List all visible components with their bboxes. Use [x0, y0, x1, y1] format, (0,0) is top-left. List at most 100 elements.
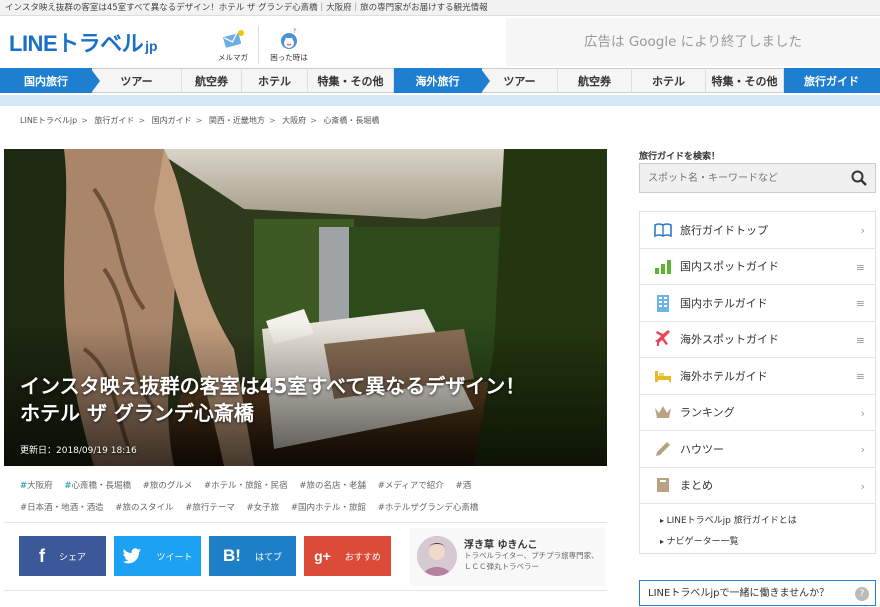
tag-item[interactable]: #酒 — [455, 481, 471, 491]
nav-overseas-hotel[interactable]: ホテル — [632, 68, 706, 93]
twitter-share-label: ツイート — [156, 552, 193, 563]
menu-label: 海外ホテルガイド — [680, 369, 768, 383]
recruit-banner[interactable]: LINEトラベルjpで一緒に働きませんか？ ? — [639, 580, 876, 606]
author-name[interactable]: 浮き草 ゆきんこ — [464, 536, 537, 551]
site-logo[interactable]: LINEトラベル jp — [9, 30, 158, 56]
facebook-share-button[interactable]: f シェア — [19, 536, 106, 576]
help-button[interactable]: ? 困った時は — [267, 28, 311, 64]
chevron-right-icon: › — [860, 406, 865, 420]
search-label: 旅行ガイドを検索！ — [639, 152, 721, 162]
menu-overseas-hotel[interactable]: 海外ホテルガイド ≡ — [640, 358, 875, 395]
menu-label: 国内スポットガイド — [680, 260, 779, 274]
menu-lines-icon: ≡ — [855, 260, 865, 274]
author-avatar — [417, 536, 457, 576]
menu-label: 海外スポットガイド — [680, 333, 779, 347]
nav-overseas-air[interactable]: 航空券 — [558, 68, 632, 93]
tag-item[interactable]: #ホテルザグランデ心斎橋 — [378, 503, 479, 513]
search-input[interactable] — [640, 164, 840, 192]
tag-label: 旅行テーマ — [192, 503, 235, 513]
divider — [4, 522, 607, 523]
question-icon: ? — [855, 587, 869, 601]
tag-item[interactable]: #メディアで紹介 — [378, 481, 444, 491]
menu-ranking[interactable]: ランキング › — [640, 395, 875, 431]
nav-domestic-air[interactable]: 航空券 — [182, 68, 242, 93]
hatena-bookmark-button[interactable]: B! はてブ — [209, 536, 296, 576]
google-plus-button[interactable]: g+ おすすめ — [304, 536, 391, 576]
mail-icon — [223, 30, 244, 48]
search-icon[interactable] — [851, 170, 867, 186]
menu-label: ハウツー — [680, 442, 724, 456]
breadcrumb-item[interactable]: LINEトラベルjp — [20, 116, 77, 125]
navigator-list-link[interactable]: ナビゲーター一覧 — [640, 531, 875, 552]
nav-overseas-tour[interactable]: ツアー — [482, 68, 558, 93]
help-character-icon: ? — [281, 28, 297, 49]
breadcrumb-item[interactable]: 大阪府 — [282, 116, 306, 125]
nav-domestic-tour[interactable]: ツアー — [92, 68, 182, 93]
tag-label: 心斎橋・長堀橋 — [71, 481, 131, 491]
tag-label: 旅のグルメ — [149, 481, 193, 491]
tag-item[interactable]: #女子旅 — [247, 503, 280, 513]
crown-icon — [654, 403, 672, 421]
breadcrumb: LINEトラベルjp > 旅行ガイド > 国内ガイド > 関西・近畿地方 > 大阪府 > … — [20, 116, 380, 125]
menu-lines-icon: ≡ — [855, 370, 865, 383]
twitter-share-button[interactable]: ツイート — [114, 536, 201, 576]
hatena-icon: B! — [223, 546, 241, 565]
breadcrumb-item[interactable]: 国内ガイド — [152, 116, 192, 125]
tag-label: 旅のスタイル — [122, 503, 174, 513]
tag-label: 国内ホテル・旅館 — [298, 503, 367, 513]
menu-label: 旅行ガイドトップ — [680, 223, 768, 237]
tag-label: 女子旅 — [253, 503, 280, 513]
breadcrumb-item[interactable]: 旅行ガイド — [94, 116, 134, 125]
tag-item[interactable]: #旅の名店・老舗 — [299, 481, 366, 491]
google-plus-label: おすすめ — [344, 552, 381, 563]
building-icon — [654, 294, 672, 312]
tag-label: 酒 — [462, 481, 472, 491]
pencil-icon — [654, 440, 672, 458]
hatena-label: はてブ — [254, 552, 282, 563]
facebook-icon: f — [38, 545, 45, 566]
nav-domestic-special[interactable]: 特集・その他 — [308, 68, 394, 93]
guide-menu: 旅行ガイドトップ › 国内スポットガイド ≡ 国内ホテルガイド ≡ 海外スポット… — [639, 211, 876, 554]
breadcrumb-item[interactable]: 関西・近畿地方 — [209, 116, 265, 125]
divider — [4, 590, 607, 591]
nav-domestic-hotel[interactable]: ホテル — [242, 68, 308, 93]
menu-matome[interactable]: まとめ › — [640, 468, 875, 504]
tag-item[interactable]: #ホテル・旅館・民宿 — [204, 481, 288, 491]
menu-guide-top[interactable]: 旅行ガイドトップ › — [640, 212, 875, 249]
ad-banner: 広告は Google により終了しました — [506, 18, 880, 66]
help-label: 困った時は — [270, 53, 308, 62]
logo-suffix: jp — [145, 38, 158, 54]
nav-overseas-special[interactable]: 特集・その他 — [706, 68, 784, 93]
svg-text:?: ? — [293, 28, 296, 35]
menu-label: 国内ホテルガイド — [680, 296, 768, 310]
tag-item[interactable]: #日本酒・地酒・酒造 — [20, 503, 104, 513]
google-plus-icon: g+ — [314, 548, 331, 564]
nav-travel-guide[interactable]: 旅行ガイド — [784, 68, 880, 93]
about-guide-link[interactable]: LINEトラベルjp 旅行ガイドとは — [640, 510, 875, 531]
book-icon — [654, 221, 672, 239]
menu-howto[interactable]: ハウツー › — [640, 431, 875, 468]
updated-date: 更新日：2018/09/19 18:16 — [20, 446, 137, 456]
chevron-right-icon: › — [860, 443, 865, 456]
page-title-bar: インスタ映え抜群の客室は45室すべて異なるデザイン！ホテル ザ グランデ心斎橋｜… — [0, 0, 880, 16]
tag-item[interactable]: #旅のグルメ — [143, 481, 193, 491]
tag-item[interactable]: #心斎橋・長堀橋 — [64, 481, 131, 491]
author-card[interactable]: 浮き草 ゆきんこ トラベルライター、プチプラ旅専門家、ＬＣＣ弾丸トラベラー — [410, 528, 605, 586]
tag-item[interactable]: #国内ホテル・旅館 — [291, 503, 366, 513]
tag-item[interactable]: #旅行テーマ — [185, 503, 235, 513]
article-title-line2: ホテル ザ グランデ心斎橋 — [20, 401, 254, 425]
tag-item[interactable]: #旅のスタイル — [115, 503, 173, 513]
mailmag-button[interactable]: メルマガ — [211, 28, 255, 64]
nav-domestic[interactable]: 国内旅行 — [0, 68, 100, 93]
tag-label: ホテル・旅館・民宿 — [211, 481, 288, 491]
tag-label: ホテルザグランデ心斎橋 — [384, 503, 479, 513]
tag-item[interactable]: #大阪府 — [20, 481, 53, 491]
airplane-icon — [654, 330, 672, 348]
menu-overseas-spot[interactable]: 海外スポットガイド ≡ — [640, 322, 875, 358]
twitter-icon — [123, 547, 142, 563]
recruit-text: LINEトラベルjpで一緒に働きませんか？ — [648, 588, 830, 599]
menu-domestic-spot[interactable]: 国内スポットガイド ≡ — [640, 249, 875, 285]
chevron-right-icon: › — [860, 479, 865, 493]
menu-domestic-hotel[interactable]: 国内ホテルガイド ≡ — [640, 285, 875, 322]
nav-overseas[interactable]: 海外旅行 — [394, 68, 490, 93]
